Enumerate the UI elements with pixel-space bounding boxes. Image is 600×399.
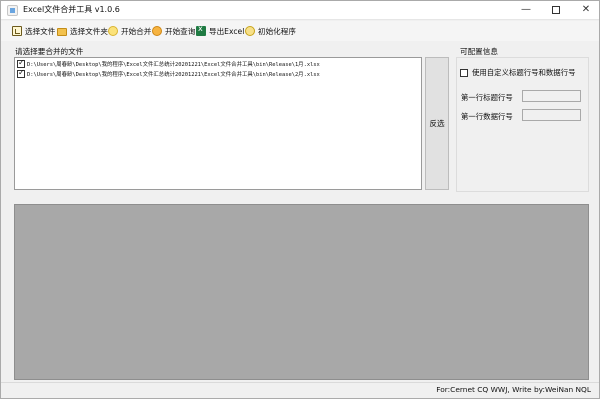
select-file-button[interactable]: 选择文件 <box>12 24 55 38</box>
toolbar: 选择文件 选择文件夹 开始合并 开始查询 导出Excel 初始化程序 <box>1 21 599 41</box>
app-icon <box>7 5 18 16</box>
header-row-label: 第一行标题行号 <box>461 93 513 102</box>
custom-rows-checkbox-row[interactable]: 使用自定义标题行号和数据行号 <box>460 67 575 78</box>
log-output-area[interactable] <box>14 204 589 380</box>
select-folder-label: 选择文件夹 <box>70 26 108 36</box>
select-folder-button[interactable]: 选择文件夹 <box>57 24 108 38</box>
file-checkbox[interactable] <box>17 58 25 68</box>
file-path: D:\Users\周春龄\Desktop\我的程序\Excel文件汇总统计202… <box>27 62 320 68</box>
list-item[interactable]: D:\Users\周春龄\Desktop\我的程序\Excel文件汇总统计202… <box>17 68 320 79</box>
start-query-button[interactable]: 开始查询 <box>152 24 195 38</box>
file-icon <box>12 26 22 36</box>
close-button[interactable]: ✕ <box>571 1 600 20</box>
export-excel-label: 导出Excel <box>209 26 245 36</box>
config-group-label: 可配置信息 <box>460 47 498 56</box>
title-bar[interactable]: Excel文件合并工具 v1.0.6 — ✕ <box>1 1 599 20</box>
select-file-label: 选择文件 <box>25 26 56 36</box>
export-excel-button[interactable]: 导出Excel <box>196 24 244 38</box>
init-program-button[interactable]: 初始化程序 <box>245 24 296 38</box>
list-item[interactable]: D:\Users\周春龄\Desktop\我的程序\Excel文件汇总统计202… <box>17 58 320 69</box>
data-row-input[interactable] <box>522 109 581 121</box>
header-row-input[interactable] <box>522 90 581 102</box>
maximize-icon <box>552 6 560 14</box>
window-title: Excel文件合并工具 v1.0.6 <box>23 5 120 14</box>
folder-icon <box>57 28 67 36</box>
custom-rows-checkbox[interactable] <box>460 68 468 77</box>
data-row-label: 第一行数据行号 <box>461 112 513 121</box>
start-merge-label: 开始合并 <box>121 26 152 36</box>
minimize-button[interactable]: — <box>511 1 541 20</box>
start-merge-button[interactable]: 开始合并 <box>108 24 151 38</box>
file-checkbox[interactable] <box>17 68 25 78</box>
invert-selection-button[interactable]: 反选 <box>425 57 449 190</box>
merge-icon <box>108 26 118 36</box>
file-list[interactable]: D:\Users\周春龄\Desktop\我的程序\Excel文件汇总统计202… <box>14 57 422 190</box>
excel-icon <box>196 24 206 36</box>
status-bar: For:Cernet CQ WWJ, Write by:WeiNan NQL <box>1 382 599 398</box>
file-list-label: 请选择要合并的文件 <box>15 47 84 56</box>
file-path: D:\Users\周春龄\Desktop\我的程序\Excel文件汇总统计202… <box>27 72 320 78</box>
init-program-label: 初始化程序 <box>258 26 296 36</box>
status-text: For:Cernet CQ WWJ, Write by:WeiNan NQL <box>436 385 591 394</box>
app-window: Excel文件合并工具 v1.0.6 — ✕ 选择文件 选择文件夹 开始合并 开… <box>0 0 600 399</box>
init-icon <box>245 26 255 36</box>
query-icon <box>152 26 162 36</box>
start-query-label: 开始查询 <box>165 26 196 36</box>
maximize-button[interactable] <box>541 1 571 20</box>
custom-rows-label: 使用自定义标题行号和数据行号 <box>472 68 576 77</box>
